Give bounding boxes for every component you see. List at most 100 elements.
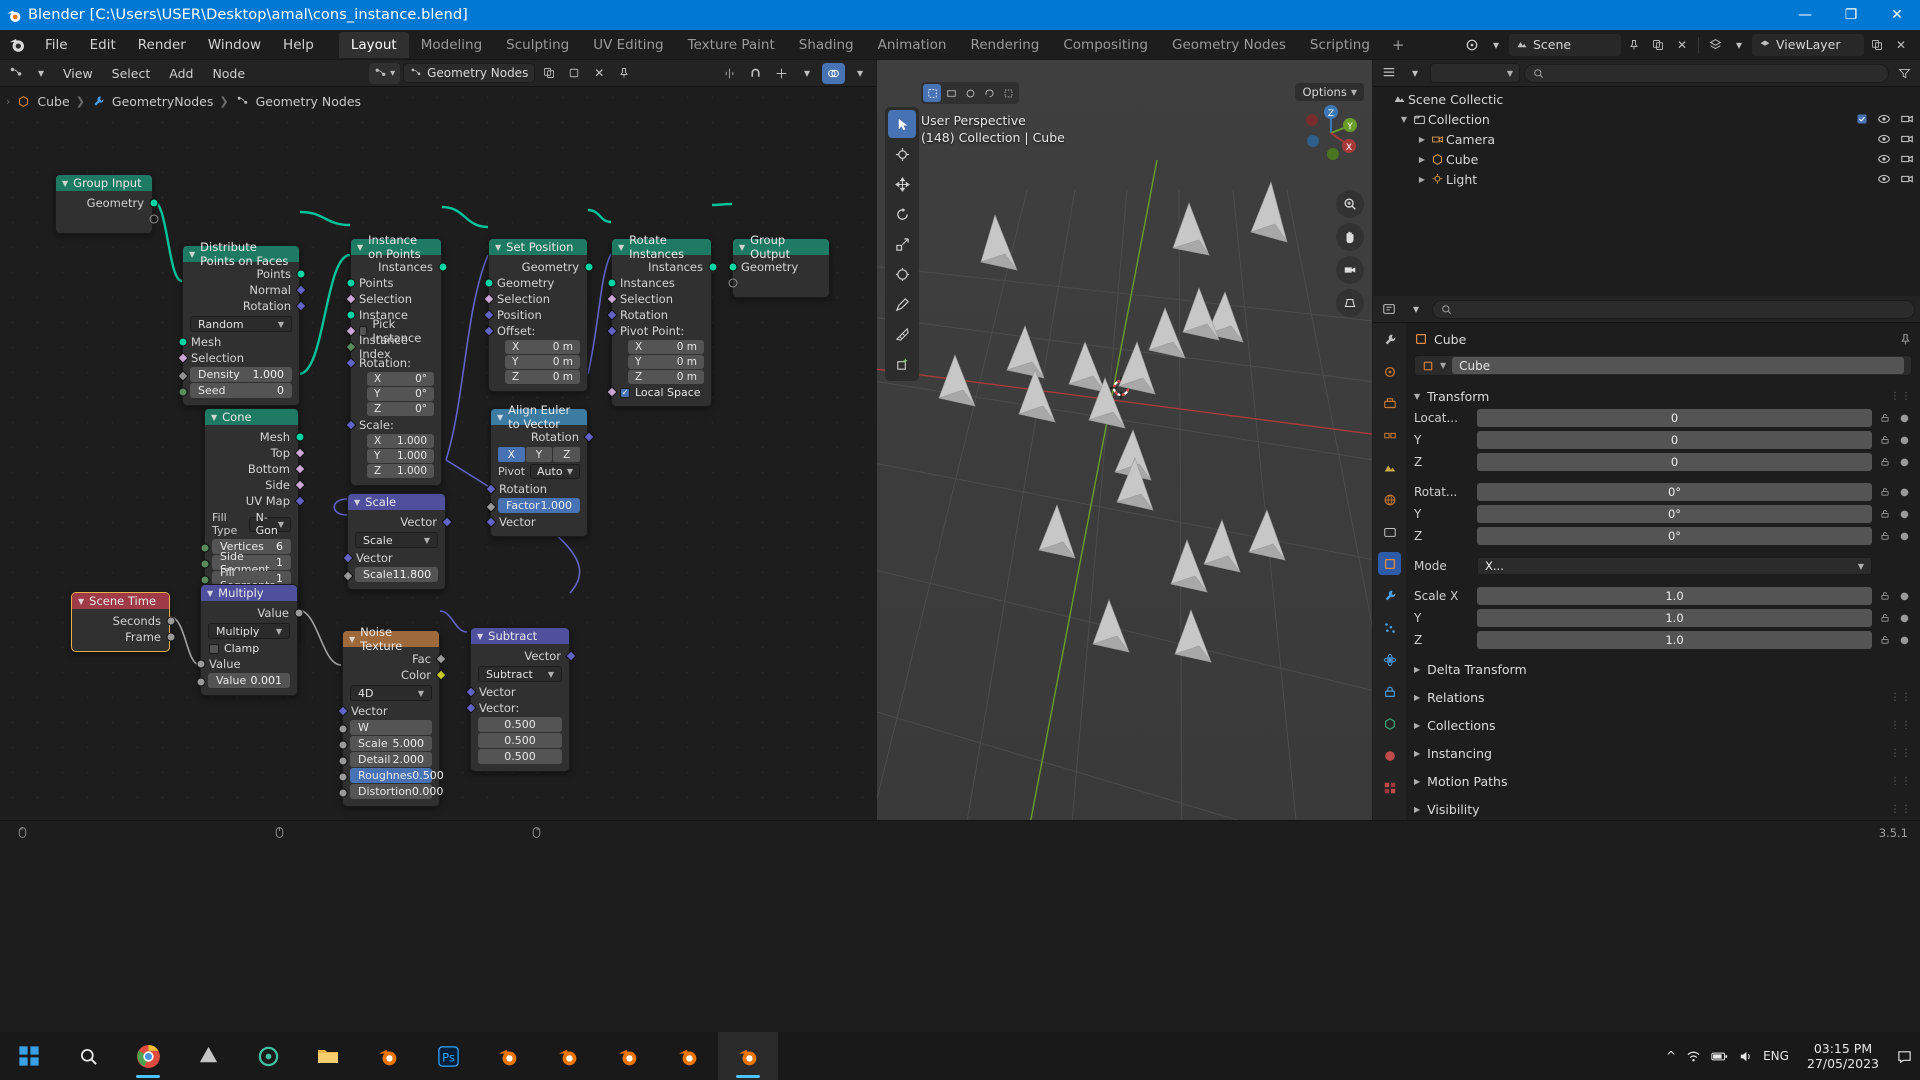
node-menu-node[interactable]: Node: [204, 63, 253, 84]
tab-scene[interactable]: [1378, 456, 1401, 479]
dimension-dropdown[interactable]: 4D ▼: [350, 685, 432, 701]
field-factor[interactable]: Factor 1.000: [498, 498, 580, 513]
output-top[interactable]: Top: [205, 445, 306, 461]
node-header[interactable]: ▼ Multiply: [201, 585, 297, 601]
animate-dot-icon[interactable]: ●: [1897, 531, 1912, 542]
output-uvmap[interactable]: UV Map: [205, 493, 306, 509]
input-mesh[interactable]: Mesh: [178, 334, 299, 350]
breadcrumb-object[interactable]: Cube: [37, 94, 69, 109]
chevron-down-icon[interactable]: ▼: [189, 250, 195, 259]
animate-dot-icon[interactable]: ●: [1897, 509, 1912, 520]
output-points[interactable]: Points: [183, 266, 306, 282]
node-scene-time[interactable]: ▼ Scene Time Seconds Frame: [71, 592, 176, 652]
output-side[interactable]: Side: [205, 477, 306, 493]
output-instances[interactable]: Instances: [351, 259, 448, 275]
rotation-z-field[interactable]: Z 0°: [367, 402, 434, 416]
panel-relations[interactable]: ▶ Relations ⋮⋮: [1414, 686, 1912, 709]
animate-dot-icon[interactable]: ●: [1897, 613, 1912, 624]
node-output-row[interactable]: Geometry: [56, 195, 159, 211]
tab-modifiers[interactable]: [1378, 584, 1401, 607]
taskbar-blender-icon-3[interactable]: [538, 1032, 598, 1080]
lock-icon[interactable]: [1877, 487, 1892, 497]
input-rotation[interactable]: Rotation: [485, 481, 587, 497]
extra-select-mode[interactable]: [999, 84, 1017, 102]
tweak-select-mode[interactable]: [923, 84, 941, 102]
pivot-row[interactable]: Pivot Auto ▼: [498, 464, 580, 479]
chevron-down-icon[interactable]: ▼: [207, 589, 213, 598]
output-color[interactable]: Color: [343, 667, 447, 683]
delete-scene-icon[interactable]: ✕: [1671, 34, 1693, 56]
tab-geometry-nodes[interactable]: Geometry Nodes: [1160, 32, 1298, 58]
taskbar-photoshop-icon[interactable]: Ps: [418, 1032, 478, 1080]
outliner-row-scene[interactable]: Scene Collectic: [1373, 89, 1920, 109]
lock-icon[interactable]: [1877, 613, 1892, 623]
lock-icon[interactable]: [1877, 413, 1892, 423]
socket-virtual-in[interactable]: [728, 278, 738, 288]
pin-scene-icon[interactable]: [1623, 34, 1645, 56]
animate-dot-icon[interactable]: ●: [1897, 635, 1912, 646]
scale-z-value[interactable]: 1.0: [1477, 631, 1872, 649]
navigation-gizmo[interactable]: Z Y X: [1302, 104, 1360, 162]
input-instance-index[interactable]: Instance Index: [345, 333, 441, 361]
socket-instances-in[interactable]: [607, 278, 617, 288]
socket-instances-out[interactable]: [438, 262, 448, 272]
node-noise-texture[interactable]: ▼ Noise Texture Fac Color 4D ▼ Vector W …: [337, 625, 447, 807]
tab-animation[interactable]: Animation: [866, 32, 959, 58]
lock-icon[interactable]: [1877, 509, 1892, 519]
chevron-down-icon[interactable]: ▼: [495, 243, 501, 252]
eye-icon[interactable]: [1877, 172, 1891, 186]
chevron-down-icon-props[interactable]: ▾: [1405, 298, 1427, 320]
tool-measure[interactable]: [888, 320, 916, 348]
socket-geometry-in[interactable]: [484, 278, 494, 288]
node-menu-view[interactable]: View: [55, 63, 101, 84]
axis-y-button[interactable]: Y: [525, 447, 553, 462]
taskbar-clock[interactable]: 03:15 PM 27/05/2023: [1799, 1041, 1887, 1071]
tab-world[interactable]: [1378, 488, 1401, 511]
panel-delta-transform[interactable]: ▶ Delta Transform: [1414, 658, 1912, 681]
box-select-mode[interactable]: [942, 84, 960, 102]
node-menu-select[interactable]: Select: [104, 63, 159, 84]
camera-view-icon[interactable]: [1336, 256, 1364, 284]
node-header[interactable]: ▼ Subtract: [471, 628, 569, 644]
panel-instancing[interactable]: ▶ Instancing ⋮⋮: [1414, 742, 1912, 765]
row-rotation-y[interactable]: Y 0° ●: [1414, 504, 1912, 524]
viewport-3d[interactable]: ▾ Object Mode ▼ View Select Add Object G…: [877, 60, 1372, 820]
tab-scripting[interactable]: Scripting: [1298, 32, 1382, 58]
axis-x-button[interactable]: X: [498, 447, 525, 462]
node-header[interactable]: ▼ Noise Texture: [343, 625, 439, 653]
lock-icon[interactable]: [1877, 635, 1892, 645]
field-roughness[interactable]: Roughnes 0.500: [350, 768, 444, 783]
output-rotation[interactable]: Rotation: [183, 298, 307, 314]
node-math-multiply[interactable]: ▼ Multiply Value Multiply ▼ Clamp Value …: [196, 584, 304, 696]
scale-y-field[interactable]: Y 1.000: [367, 449, 434, 463]
pin-nodetree-icon[interactable]: [613, 62, 635, 84]
tab-render[interactable]: [1378, 360, 1401, 383]
input-geometry[interactable]: Geometry: [484, 275, 587, 291]
properties-editor-type-icon[interactable]: [1378, 298, 1400, 320]
rotation-z-value[interactable]: 0°: [1477, 527, 1872, 545]
taskbar-search-icon[interactable]: [58, 1032, 118, 1080]
tab-material[interactable]: [1378, 744, 1401, 767]
scale-x-value[interactable]: 1.0: [1477, 587, 1872, 605]
node-menu-add[interactable]: Add: [161, 63, 201, 84]
offset-y-field[interactable]: Y 0 m: [505, 355, 580, 369]
panel-drag-handle[interactable]: ⋮⋮: [1890, 748, 1912, 759]
chevron-down-icon[interactable]: ▼: [354, 498, 360, 507]
node-header[interactable]: ▼ Cone: [205, 409, 298, 425]
rotation-x-field[interactable]: X 0°: [367, 372, 434, 386]
input-instances[interactable]: Instances: [607, 275, 711, 291]
input-selection[interactable]: Selection: [177, 350, 299, 366]
tab-modeling[interactable]: Modeling: [409, 32, 494, 58]
input-selection[interactable]: Selection: [345, 291, 441, 307]
node-tree-name-field[interactable]: Geometry Nodes: [403, 63, 536, 83]
tab-collection[interactable]: [1378, 520, 1401, 543]
panel-visibility[interactable]: ▶ Visibility ⋮⋮: [1414, 798, 1912, 820]
chevron-down-icon[interactable]: ▼: [211, 413, 217, 422]
output-bottom[interactable]: Bottom: [205, 461, 306, 477]
location-x-value[interactable]: 0: [1477, 409, 1872, 427]
input-vector[interactable]: Vector: [337, 703, 439, 719]
socket-seconds-out[interactable]: [166, 616, 176, 626]
node-header[interactable]: ▼ Instance on Points: [351, 233, 441, 261]
fill-type-dropdown[interactable]: N-Gon ▼: [248, 511, 291, 537]
node-vector-math-subtract[interactable]: ▼ Subtract Vector Subtract ▼ Vector Vect…: [465, 627, 577, 772]
